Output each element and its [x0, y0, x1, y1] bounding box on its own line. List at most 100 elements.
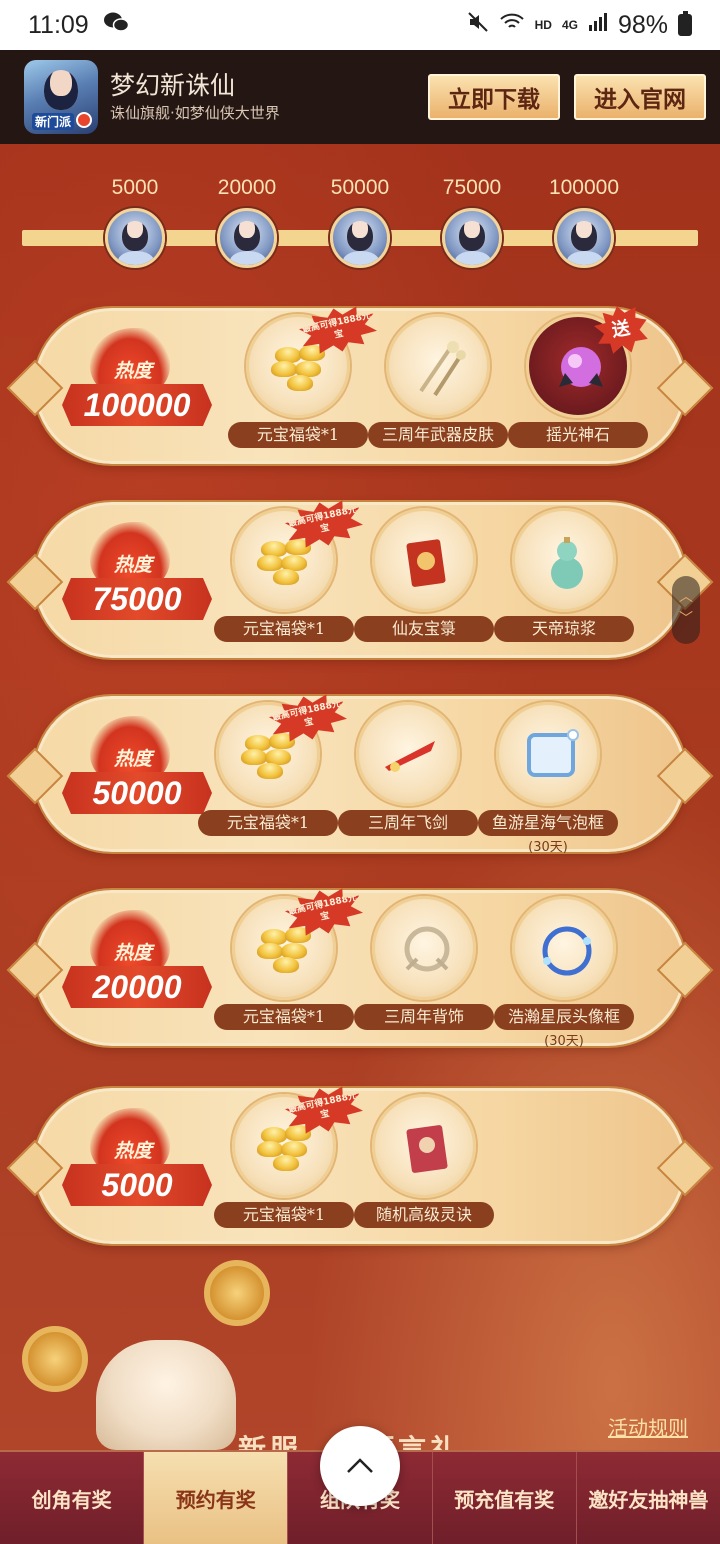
item-label: 元宝福袋*1 — [214, 616, 354, 642]
milestone-avatar[interactable] — [554, 208, 614, 268]
heat-label: 热度 — [114, 554, 153, 576]
coin-ornament-icon — [204, 1260, 270, 1326]
section-title-head: 新服 — [238, 1433, 303, 1450]
logo-brand-icon — [76, 112, 92, 128]
reward-item[interactable]: 最高可得1888元宝 元宝福袋*1 — [198, 702, 338, 852]
spell-book-icon — [406, 1125, 448, 1173]
reward-item[interactable]: 鱼游星海气泡框 (30天) — [478, 702, 618, 855]
tab-invite-friends[interactable]: 邀好友抽神兽 — [577, 1452, 720, 1544]
heat-label: 热度 — [114, 942, 153, 964]
heat-value: 75000 — [62, 578, 212, 620]
app-header: 新门派 梦幻新诛仙 诛仙旗舰·如梦仙侠大世界 立即下载 进入官网 — [0, 50, 720, 144]
reward-item[interactable]: 仙友宝箓 — [354, 508, 494, 658]
item-label: 摇光神石 — [508, 422, 648, 448]
wechat-icon — [103, 11, 129, 40]
logo-badge: 新门派 — [32, 113, 75, 130]
item-circle — [512, 896, 616, 1000]
item-label: 浩瀚星辰头像框 — [494, 1004, 634, 1030]
milestone-avatar[interactable] — [442, 208, 502, 268]
item-label: 元宝福袋*1 — [198, 810, 338, 836]
back-to-top-button[interactable] — [320, 1426, 400, 1506]
reward-item[interactable]: 三周年武器皮肤 — [368, 314, 508, 464]
tab-create-role[interactable]: 创角有奖 — [0, 1452, 145, 1544]
reward-tier: 热度 50000 最高可得1888元宝 元宝福袋*1 三周年飞剑 鱼游星海气泡框 — [14, 688, 706, 860]
item-label: 随机高级灵诀 — [354, 1202, 494, 1228]
signal-icon — [588, 11, 608, 40]
status-bar: 11:09 HD 4G 98% — [0, 0, 720, 50]
progress-labels: 5000 20000 50000 75000 100000 — [0, 176, 720, 206]
item-circle — [386, 314, 490, 418]
item-label: 三周年武器皮肤 — [368, 422, 508, 448]
scroll-pill[interactable]: ︿ ﹀ — [672, 576, 700, 644]
wifi-icon — [499, 11, 525, 40]
reward-item[interactable]: 天帝琼浆 — [494, 508, 634, 658]
reward-item[interactable]: 三周年飞剑 — [338, 702, 478, 852]
mute-icon — [467, 11, 489, 40]
milestone-label: 5000 — [111, 176, 159, 199]
item-circle — [496, 702, 600, 806]
milestone-label: 20000 — [217, 176, 277, 199]
activity-rules-link[interactable]: 活动规则 — [608, 1412, 688, 1441]
item-label: 天帝琼浆 — [494, 616, 634, 642]
app-subtitle: 诛仙旗舰·如梦仙侠大世界 — [110, 104, 280, 122]
milestone-avatar[interactable] — [330, 208, 390, 268]
logo-character — [44, 70, 78, 110]
reward-item[interactable]: 最高可得1888元宝 元宝福袋*1 — [228, 314, 368, 464]
clock: 11:09 — [28, 10, 89, 39]
chevron-up-icon — [347, 1458, 373, 1473]
avatar-frame-icon — [542, 926, 592, 976]
bubble-frame-icon — [527, 729, 579, 777]
item-label: 鱼游星海气泡框 — [478, 810, 618, 836]
heat-value: 100000 — [62, 384, 212, 426]
item-circle — [372, 1094, 476, 1198]
milestone-avatar[interactable] — [217, 208, 277, 268]
tab-prepaid[interactable]: 预充值有奖 — [433, 1452, 577, 1544]
hd-indicator: HD — [534, 18, 552, 32]
tab-reservation[interactable]: 预约有奖 — [144, 1452, 289, 1544]
reward-item[interactable]: 浩瀚星辰头像框 (30天) — [494, 896, 634, 1049]
item-circle — [512, 508, 616, 612]
status-right: HD 4G 98% — [467, 11, 692, 40]
official-site-button[interactable]: 进入官网 — [574, 74, 706, 120]
reward-tier: 热度 75000 最高可得1888元宝 元宝福袋*1 仙友宝箓 天帝琼浆 — [14, 494, 706, 666]
coin-ornament-icon — [22, 1326, 88, 1392]
heat-label: 热度 — [114, 360, 153, 382]
network-type: 4G — [561, 18, 578, 32]
reward-item[interactable]: 三周年背饰 — [354, 896, 494, 1046]
chevron-up-icon: ︿ — [679, 589, 693, 605]
milestone-label: 50000 — [330, 176, 390, 199]
item-circle — [356, 702, 460, 806]
reward-tier: 热度 100000 最高可得1888元宝 元宝福袋*1 三周年武器皮肤 送 摇光… — [14, 300, 706, 472]
battery-icon — [678, 11, 692, 36]
heat-value: 50000 — [62, 772, 212, 814]
milestone-label: 100000 — [548, 176, 620, 199]
reward-item[interactable]: 送 摇光神石 — [508, 314, 648, 464]
mascot-tiger-icon — [96, 1340, 236, 1450]
item-label: 三周年飞剑 — [338, 810, 478, 836]
battery-level: 98% — [617, 10, 668, 39]
main-content: 5000 20000 50000 75000 100000 热度 100000 … — [0, 144, 720, 1450]
weapon-skin-icon — [419, 341, 466, 397]
item-label: 三周年背饰 — [354, 1004, 494, 1030]
item-label: 仙友宝箓 — [354, 616, 494, 642]
reward-item[interactable]: 最高可得1888元宝 元宝福袋*1 — [214, 508, 354, 658]
milestone-label: 75000 — [442, 176, 502, 199]
reward-item[interactable]: 最高可得1888元宝 元宝福袋*1 — [214, 896, 354, 1046]
reward-item[interactable]: 随机高级灵诀 — [354, 1094, 494, 1244]
milestone-avatar[interactable] — [105, 208, 165, 268]
item-label: 元宝福袋*1 — [214, 1202, 354, 1228]
reward-tier: 热度 20000 最高可得1888元宝 元宝福袋*1 三周年背饰 浩瀚星辰头像框 — [14, 882, 706, 1054]
app-titles: 梦幻新诛仙 诛仙旗舰·如梦仙侠大世界 — [110, 70, 414, 124]
app-logo: 新门派 — [24, 60, 98, 134]
chevron-down-icon: ﹀ — [679, 611, 693, 627]
app-name: 梦幻新诛仙 — [110, 71, 236, 100]
gourd-icon — [551, 537, 583, 589]
item-label: 元宝福袋*1 — [214, 1004, 354, 1030]
reward-tier: 热度 5000 最高可得1888元宝 元宝福袋*1 随机高级灵诀 — [14, 1080, 706, 1252]
heat-value: 5000 — [62, 1164, 212, 1206]
back-ornament-icon — [404, 926, 450, 972]
reward-item[interactable]: 最高可得1888元宝 元宝福袋*1 — [214, 1094, 354, 1244]
item-circle — [372, 896, 476, 1000]
download-button[interactable]: 立即下载 — [428, 74, 560, 120]
item-duration: (30天) — [528, 840, 568, 855]
